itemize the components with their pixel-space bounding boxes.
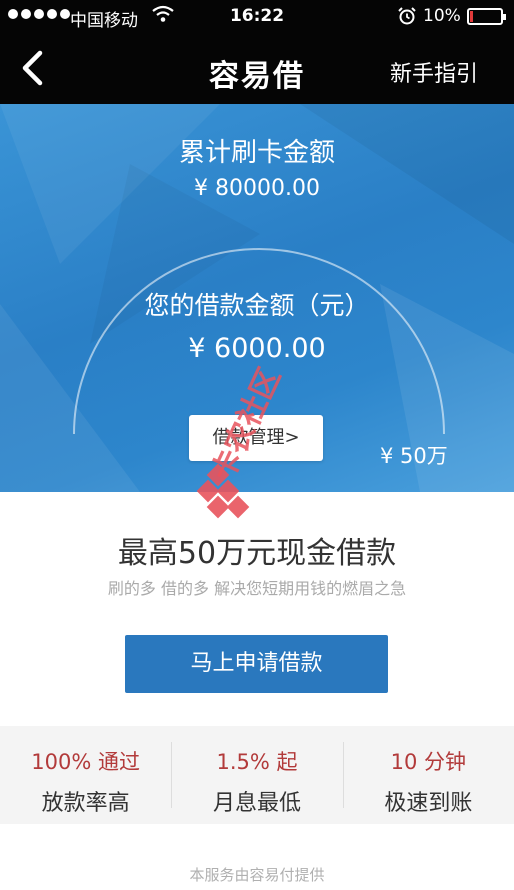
alarm-clock-icon	[398, 7, 416, 25]
feature-description: 极速到账	[384, 791, 473, 816]
apply-loan-button[interactable]: 马上申请借款	[125, 635, 388, 693]
max-limit-label: ¥ 50万	[380, 444, 448, 468]
total-card-amount: ¥ 80000.00	[194, 176, 320, 201]
feature-highlights: 100% 通过 放款率高 1.5% 起 月息最低 10 分钟 极速到账	[0, 726, 514, 824]
loan-amount: ¥ 6000.00	[188, 333, 326, 364]
feature-interest: 1.5% 起 月息最低	[171, 726, 342, 824]
battery-level	[470, 11, 473, 22]
feature-speed: 10 分钟 极速到账	[342, 726, 514, 824]
total-card-amount-label: 累计刷卡金额	[178, 138, 335, 168]
feature-highlight: 1.5% 起	[216, 750, 298, 774]
footer: 本服务由容易付提供	[0, 824, 514, 890]
feature-highlight: 100% 通过	[31, 750, 141, 774]
watermark-logo: 卡农社区	[196, 365, 288, 519]
feature-description: 月息最低	[212, 791, 301, 816]
feature-description: 放款率高	[41, 791, 130, 816]
beginner-guide-link[interactable]: 新手指引	[390, 56, 478, 88]
loan-amount-label: 您的借款金额（元）	[144, 291, 370, 320]
top-bar: 中国移动 16:22 10% 容易借 新手指引	[0, 0, 514, 104]
battery-percentage: 10%	[423, 6, 461, 26]
promo-subtitle: 刷的多 借的多 解决您短期用钱的燃眉之急	[107, 579, 407, 598]
status-bar: 中国移动 16:22 10%	[0, 0, 514, 34]
navigation-bar: 容易借 新手指引	[0, 34, 514, 104]
battery-icon	[467, 8, 506, 25]
watermark-text: 卡农社区	[206, 365, 288, 486]
service-provider-note: 本服务由容易付提供	[189, 866, 325, 884]
feature-highlight: 10 分钟	[390, 750, 467, 774]
feature-approval: 100% 通过 放款率高	[0, 726, 171, 824]
